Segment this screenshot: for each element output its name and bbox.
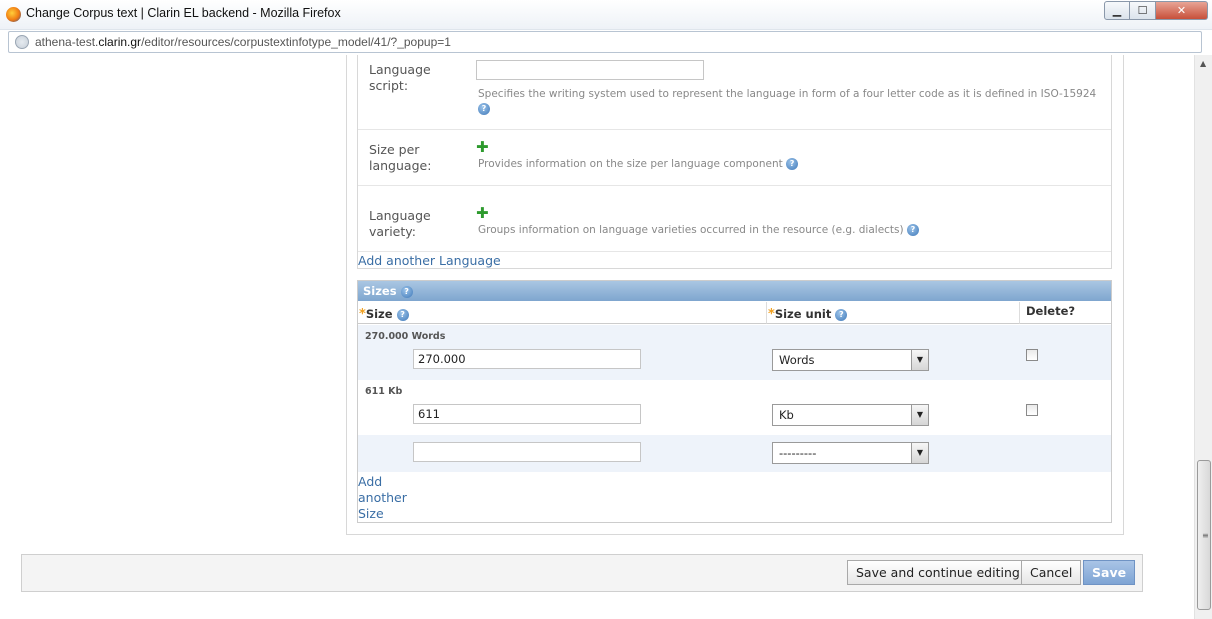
add-another-language-link[interactable]: Add another Language: [358, 253, 501, 268]
language-script-help: Specifies the writing system used to rep…: [478, 87, 1098, 117]
dropdown-arrow-icon[interactable]: ▼: [911, 443, 928, 463]
delete-column-header: Delete?: [1019, 302, 1111, 324]
url-text[interactable]: athena-test.clarin.gr/editor/resources/c…: [35, 35, 451, 49]
dropdown-arrow-icon[interactable]: ▼: [911, 350, 928, 370]
sizes-header: Sizes ?: [358, 281, 1111, 301]
size-input[interactable]: [413, 404, 641, 424]
minimize-button[interactable]: ▁: [1104, 1, 1130, 20]
language-script-row: Language script: Specifies the writing s…: [358, 55, 1111, 130]
close-button[interactable]: ✕: [1156, 1, 1208, 20]
size-column-header: *Size ?: [358, 302, 766, 324]
size-row-caption: 270.000 Words: [365, 331, 446, 342]
delete-checkbox[interactable]: [1026, 349, 1038, 361]
scroll-up-icon[interactable]: ▲: [1200, 59, 1206, 68]
help-icon[interactable]: ?: [835, 308, 848, 321]
size-per-language-help: Provides information on the size per lan…: [478, 157, 799, 172]
globe-icon: [15, 35, 29, 49]
language-variety-row: Language variety: ✚ Groups information o…: [358, 186, 1111, 252]
url-prefix: athena-test.: [35, 35, 99, 49]
vertical-scrollbar[interactable]: ▲ ≡: [1194, 55, 1212, 619]
size-per-language-help-text: Provides information on the size per lan…: [478, 158, 783, 170]
dropdown-arrow-icon[interactable]: ▼: [911, 405, 928, 425]
size-row: 611 Kb Kb ▼: [358, 380, 1111, 435]
add-another-size-line2: another: [358, 490, 407, 505]
window-title: Change Corpus text | Clarin EL backend -…: [26, 6, 341, 20]
window-controls: ▁ ☐ ✕: [1104, 1, 1208, 20]
size-row: 270.000 Words Words ▼: [358, 325, 1111, 380]
size-column-label: Size: [365, 307, 393, 321]
language-variety-help: Groups information on language varieties…: [478, 223, 919, 238]
size-unit-select[interactable]: --------- ▼: [772, 442, 929, 464]
help-icon[interactable]: ?: [786, 158, 799, 170]
size-row: --------- ▼: [358, 435, 1111, 472]
language-script-input[interactable]: [476, 60, 704, 80]
url-path: /editor/resources/corpustextinfotype_mod…: [141, 35, 451, 49]
required-star-icon: *: [768, 307, 775, 322]
language-variety-help-text: Groups information on language varieties…: [478, 224, 904, 236]
size-per-language-row: Size per language: ✚ Provides informatio…: [358, 130, 1111, 186]
add-size-per-language-icon[interactable]: ✚: [476, 140, 489, 155]
help-icon[interactable]: ?: [906, 224, 919, 236]
add-another-size-line3: Size: [358, 506, 384, 521]
url-bar[interactable]: athena-test.clarin.gr/editor/resources/c…: [8, 31, 1202, 53]
add-another-size-line1: Add: [358, 474, 383, 489]
help-icon[interactable]: ?: [396, 308, 409, 321]
required-star-icon: *: [359, 307, 366, 322]
size-unit-value: ---------: [779, 446, 817, 460]
size-unit-column-header: *Size unit ?: [766, 302, 1019, 324]
language-script-label: Language script:: [369, 62, 431, 93]
size-per-language-label: Size per language:: [369, 142, 432, 173]
language-variety-label: Language variety:: [369, 208, 431, 239]
save-button[interactable]: Save: [1083, 560, 1135, 585]
language-script-help-text: Specifies the writing system used to rep…: [478, 88, 1097, 100]
help-icon[interactable]: ?: [478, 103, 490, 115]
scroll-grip-icon: ≡: [1202, 531, 1209, 540]
firefox-icon: [6, 7, 21, 22]
size-unit-select[interactable]: Kb ▼: [772, 404, 929, 426]
help-icon[interactable]: ?: [400, 285, 413, 298]
close-icon: ✕: [1176, 4, 1187, 17]
size-unit-select[interactable]: Words ▼: [772, 349, 929, 371]
cancel-button[interactable]: Cancel: [1021, 560, 1082, 585]
size-unit-value: Words: [779, 353, 815, 367]
window-titlebar: Change Corpus text | Clarin EL backend -…: [0, 0, 1212, 30]
maximize-icon: ☐: [1137, 4, 1148, 17]
size-input[interactable]: [413, 349, 641, 369]
size-unit-value: Kb: [779, 408, 794, 422]
size-row-caption: 611 Kb: [365, 386, 403, 397]
minimize-icon: ▁: [1112, 4, 1122, 17]
size-unit-column-label: Size unit: [774, 307, 832, 321]
scrollbar-thumb[interactable]: ≡: [1197, 460, 1211, 610]
add-language-variety-icon[interactable]: ✚: [476, 206, 489, 221]
maximize-button[interactable]: ☐: [1130, 1, 1156, 20]
save-and-continue-button[interactable]: Save and continue editing: [847, 560, 1029, 585]
url-domain: clarin.gr: [98, 35, 142, 49]
delete-checkbox[interactable]: [1026, 404, 1038, 416]
add-another-size-link[interactable]: Add another Size: [358, 474, 407, 522]
size-input[interactable]: [413, 442, 641, 462]
sizes-title: Sizes: [363, 284, 397, 298]
